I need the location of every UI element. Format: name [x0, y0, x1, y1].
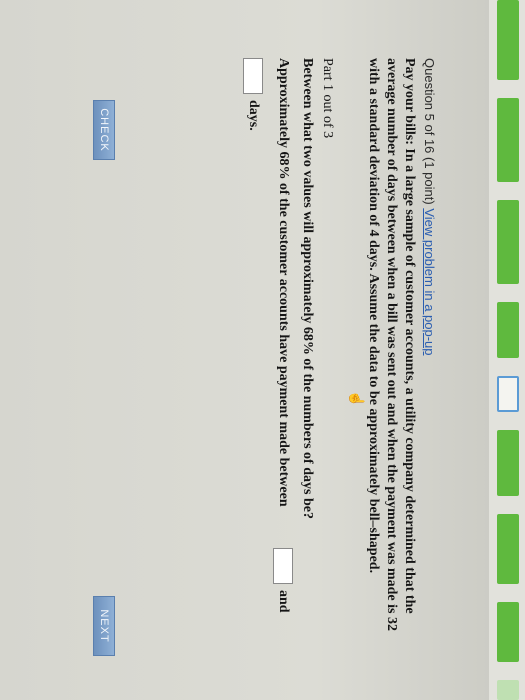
question-progress-bar [489, 0, 525, 700]
problem-text-line-1: Pay your bills: In a large sample of cus… [402, 58, 417, 614]
screen: Question 5 of 16 (1 point) View problem … [0, 0, 525, 700]
part-question: Between what two values will approximate… [300, 58, 315, 519]
progress-segment[interactable] [497, 0, 519, 80]
upper-value-input[interactable] [243, 58, 263, 94]
progress-segment[interactable] [497, 200, 519, 284]
and-word: and [276, 590, 291, 613]
progress-segment[interactable] [497, 302, 519, 358]
progress-segment-current[interactable] [497, 376, 519, 412]
check-button[interactable]: CHECK [93, 100, 115, 160]
popup-link[interactable]: View problem in a pop-up [422, 208, 437, 355]
progress-segment[interactable] [497, 602, 519, 662]
progress-segment[interactable] [497, 430, 519, 496]
question-header: Question 5 of 16 (1 point) View problem … [422, 58, 437, 356]
lower-value-input[interactable] [273, 548, 293, 584]
problem-text-line-2: average number of days between when a bi… [384, 58, 399, 631]
progress-segment[interactable] [497, 680, 519, 700]
next-button[interactable]: NEXT [93, 596, 115, 656]
hand-cursor-icon: ☝ [349, 390, 365, 408]
answer-sentence: Approximately 68% of the customer accoun… [276, 58, 291, 507]
part-label: Part 1 out of 3 [320, 58, 335, 139]
days-word: days. [246, 100, 261, 131]
problem-text-line-3: with a standard deviation of 4 days. Ass… [366, 58, 381, 574]
progress-segment[interactable] [497, 98, 519, 182]
question-number: Question 5 of 16 (1 point) [422, 58, 437, 205]
progress-segment[interactable] [497, 514, 519, 584]
